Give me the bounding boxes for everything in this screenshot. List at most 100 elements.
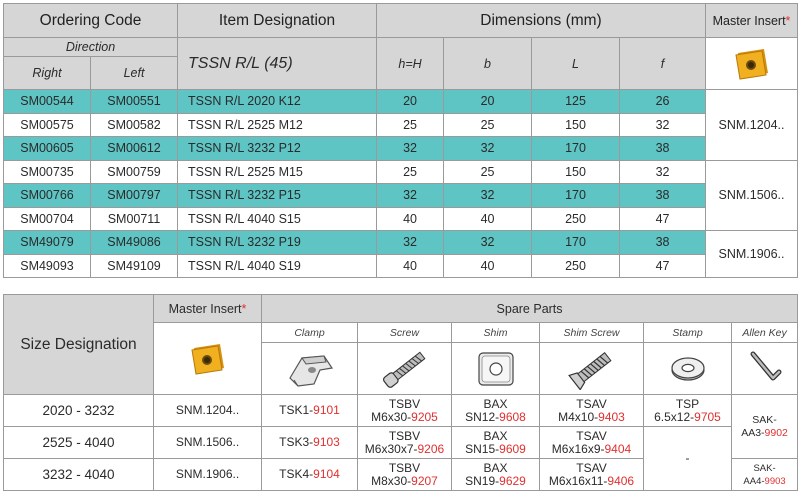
shim-screw-icon	[567, 351, 612, 390]
table-row: SM00766 SM00797 TSSN R/L 3232 P15 32 32 …	[3, 183, 798, 208]
screw-part: TSBV M8x30-9207	[357, 458, 452, 491]
dim-f: 38	[619, 230, 707, 255]
screw-part: TSBV M6x30x7-9206	[357, 426, 452, 459]
master-insert-header: Master Insert*	[705, 3, 799, 38]
left-header: Left	[89, 56, 179, 90]
insert-icon	[190, 343, 224, 375]
dim-h: 40	[376, 206, 445, 231]
right-code: SM49093	[3, 253, 91, 278]
left-code: SM00797	[89, 183, 179, 208]
master-insert-group: SNM.1204..	[705, 89, 799, 161]
dim-b: 40	[443, 253, 533, 278]
master-insert-image	[705, 37, 799, 90]
dim-l: 150	[531, 112, 621, 137]
screw-image	[357, 342, 452, 395]
stamp-image	[643, 342, 732, 395]
item-designation: TSSN R/L 3232 P15	[177, 183, 378, 208]
shim-screw-header: Shim Screw	[539, 322, 644, 343]
dim-b: 40	[443, 206, 533, 231]
clamp-part: TSK4-9104	[261, 458, 358, 491]
size-designation: 2020 - 3232	[3, 394, 154, 427]
master-insert: SNM.1204..	[153, 394, 262, 427]
table-row: SM00735 SM00759 TSSN R/L 2525 M15 25 25 …	[3, 159, 799, 231]
dim-l: 170	[531, 183, 621, 208]
dim-h: 32	[376, 183, 445, 208]
shim-part: BAX SN19-9629	[451, 458, 540, 491]
dim-h: 40	[376, 253, 445, 278]
dim-b: 25	[443, 159, 533, 184]
master-insert: SNM.1906..	[153, 458, 262, 491]
table-row: SM49093 SM49109 TSSN R/L 4040 S19 40 40 …	[3, 253, 798, 278]
table-row: SM49079 SM49086 TSSN R/L 3232 P19 32 32 …	[3, 230, 799, 278]
insert-icon	[734, 48, 768, 80]
ordering-table: Ordering Code Item Designation Dimension…	[2, 3, 799, 278]
stamp-part: -	[643, 426, 732, 491]
table-row: 2525 - 4040 SNM.1506.. TSK3-9103 TSBV M6x…	[3, 426, 798, 491]
shim-icon	[477, 351, 514, 386]
clamp-header: Clamp	[261, 322, 358, 343]
item-designation: TSSN R/L 2525 M15	[177, 159, 378, 184]
designation-family: TSSN R/L (45)	[177, 37, 378, 90]
dim-l: 125	[531, 89, 621, 114]
shim-screw-part: TSAV M4x10-9403	[539, 394, 644, 427]
left-code: SM49086	[89, 230, 179, 255]
shim-image	[451, 342, 540, 395]
washer-icon	[670, 356, 705, 381]
size-designation: 3232 - 4040	[3, 458, 154, 491]
dim-f: 32	[619, 112, 707, 137]
right-code: SM00605	[3, 136, 91, 161]
allen-key-part: SAK- AA3-9902	[730, 394, 799, 459]
shim-part: BAX SN12-9608	[451, 394, 540, 427]
shim-screw-image	[539, 342, 644, 395]
dim-f: 26	[619, 89, 707, 114]
table-row: SM00575 SM00582 TSSN R/L 2525 M12 25 25 …	[3, 112, 798, 137]
item-designation: TSSN R/L 3232 P12	[177, 136, 378, 161]
dim-l: 250	[531, 206, 621, 231]
allen-key-icon	[750, 351, 782, 380]
item-designation: TSSN R/L 2020 K12	[177, 89, 378, 114]
dim-h-header: h=H	[376, 37, 445, 90]
master-insert-image-2	[153, 322, 262, 395]
dim-b: 25	[443, 112, 533, 137]
right-code: SM00575	[3, 112, 91, 137]
table-row: SM00605 SM00612 TSSN R/L 3232 P12 32 32 …	[3, 136, 798, 161]
clamp-part: TSK1-9101	[261, 394, 358, 427]
dim-l: 250	[531, 253, 621, 278]
right-code: SM00735	[3, 159, 91, 184]
left-code: SM00711	[89, 206, 179, 231]
right-code: SM49079	[3, 230, 91, 255]
shim-screw-part: TSAV M6x16x11-9406	[539, 458, 644, 491]
allen-key-part: SAK- AA4-9903	[730, 458, 799, 491]
table-row: SM00704 SM00711 TSSN R/L 4040 S15 40 40 …	[3, 206, 798, 231]
stamp-part: TSP 6.5x12-9705	[643, 394, 732, 427]
table-row: SM00544 SM00551 TSSN R/L 2020 K12 20 20 …	[3, 89, 799, 161]
dimensions-header: Dimensions (mm)	[376, 3, 707, 38]
item-designation: TSSN R/L 3232 P19	[177, 230, 378, 255]
shim-header: Shim	[451, 322, 540, 343]
dim-b: 20	[443, 89, 533, 114]
left-code: SM00759	[89, 159, 179, 184]
dim-f: 32	[619, 159, 707, 184]
master-insert-header-2: Master Insert*	[153, 294, 262, 323]
dim-f: 47	[619, 253, 707, 278]
left-code: SM49109	[89, 253, 179, 278]
right-code: SM00766	[3, 183, 91, 208]
allen-key-image	[730, 342, 799, 395]
spare-parts-header: Spare Parts	[260, 294, 799, 323]
item-designation: TSSN R/L 4040 S15	[177, 206, 378, 231]
item-designation: TSSN R/L 2525 M12	[177, 112, 378, 137]
clamp-part: TSK3-9103	[261, 426, 358, 459]
item-designation-header: Item Designation	[177, 3, 378, 38]
stamp-header: Stamp	[643, 322, 732, 343]
dim-l: 170	[531, 230, 621, 255]
dim-l-header: L	[531, 37, 621, 90]
master-insert-group: SNM.1506..	[705, 159, 799, 231]
allen-key-header: Allen Key	[730, 322, 799, 343]
dim-b-header: b	[443, 37, 533, 90]
screw-header: Screw	[357, 322, 452, 343]
dim-b: 32	[443, 136, 533, 161]
dim-h: 20	[376, 89, 445, 114]
screw-part: TSBV M6x30-9205	[357, 394, 452, 427]
shim-part: BAX SN15-9609	[451, 426, 540, 459]
screw-icon	[382, 351, 426, 388]
